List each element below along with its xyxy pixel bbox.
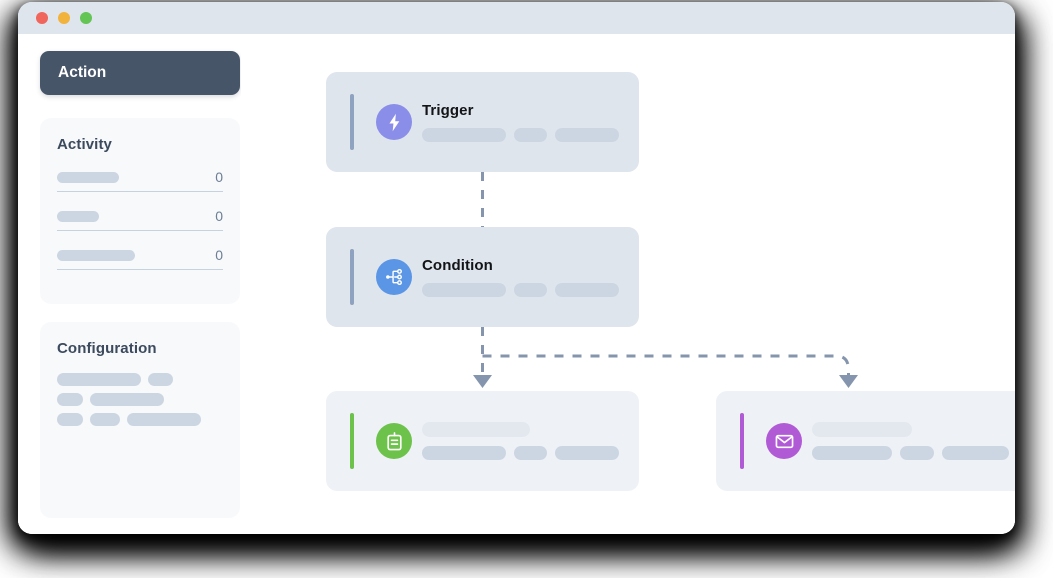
node-accent-bar xyxy=(740,413,744,469)
node-accent-bar xyxy=(350,249,354,305)
node-detail-placeholder-pill xyxy=(942,446,1009,460)
window-body: Action Activity 0 0 0 Configuration Trigge… xyxy=(18,34,1015,534)
lightning-bolt-icon xyxy=(376,104,412,140)
node-accent-bar xyxy=(350,94,354,150)
node-content: Trigger xyxy=(422,102,619,142)
arrowhead-email xyxy=(839,375,858,388)
node-title-placeholder xyxy=(812,422,912,437)
workflow-canvas[interactable]: Trigger Condition xyxy=(241,34,1015,534)
configuration-card: Configuration xyxy=(40,322,240,518)
action-button-label: Action xyxy=(58,64,107,81)
configuration-placeholder-pill xyxy=(57,393,83,406)
email-node[interactable] xyxy=(716,391,1015,491)
clipboard-icon xyxy=(376,423,412,459)
edge-condition-to-email xyxy=(482,354,850,375)
node-detail-placeholder-row xyxy=(422,446,619,460)
branch-split-icon xyxy=(376,259,412,295)
activity-row: 0 xyxy=(57,169,223,192)
arrowhead-task xyxy=(473,375,492,388)
activity-count-value: 0 xyxy=(215,208,223,224)
activity-card: Activity 0 0 0 xyxy=(40,118,240,304)
node-detail-placeholder-row xyxy=(422,283,619,297)
configuration-placeholder-pill xyxy=(57,373,141,386)
condition-node[interactable]: Condition xyxy=(326,227,639,327)
node-content xyxy=(812,422,1009,460)
node-detail-placeholder-row xyxy=(812,446,1009,460)
node-detail-placeholder-pill xyxy=(422,446,507,460)
node-detail-placeholder-pill xyxy=(555,446,619,460)
application-window: Action Activity 0 0 0 Configuration Trigge… xyxy=(18,2,1015,534)
activity-count-value: 0 xyxy=(215,169,223,185)
node-detail-placeholder-pill xyxy=(422,283,507,297)
configuration-placeholder-row xyxy=(57,413,223,426)
node-title: Trigger xyxy=(422,102,474,119)
configuration-card-title: Configuration xyxy=(57,340,157,357)
close-window-button[interactable] xyxy=(36,12,48,24)
node-detail-placeholder-pill xyxy=(422,128,507,142)
configuration-placeholder-pill xyxy=(127,413,201,426)
activity-row: 0 xyxy=(57,208,223,231)
node-title: Condition xyxy=(422,257,493,274)
sidebar: Action Activity 0 0 0 Configuration xyxy=(18,34,241,534)
envelope-icon xyxy=(766,423,802,459)
maximize-window-button[interactable] xyxy=(80,12,92,24)
node-detail-placeholder-pill xyxy=(812,446,893,460)
node-detail-placeholder-pill xyxy=(514,283,547,297)
node-accent-bar xyxy=(350,413,354,469)
activity-label-placeholder xyxy=(57,171,119,183)
activity-row: 0 xyxy=(57,247,223,270)
activity-label-placeholder xyxy=(57,210,99,222)
node-content: Condition xyxy=(422,257,619,297)
configuration-placeholder-pill xyxy=(148,373,173,386)
node-title-placeholder xyxy=(422,422,530,437)
activity-count-value: 0 xyxy=(215,247,223,263)
configuration-placeholder-row xyxy=(57,373,223,386)
configuration-placeholder-row xyxy=(57,393,223,406)
node-content xyxy=(422,422,619,460)
activity-label-placeholder xyxy=(57,249,135,261)
configuration-placeholder-pill xyxy=(90,393,164,406)
configuration-placeholder-pill xyxy=(57,413,83,426)
configuration-placeholder-pill xyxy=(90,413,120,426)
node-detail-placeholder-pill xyxy=(555,283,619,297)
node-detail-placeholder-row xyxy=(422,128,619,142)
action-button[interactable]: Action xyxy=(40,51,240,95)
minimize-window-button[interactable] xyxy=(58,12,70,24)
trigger-node[interactable]: Trigger xyxy=(326,72,639,172)
window-titlebar xyxy=(18,2,1015,34)
activity-card-title: Activity xyxy=(57,136,112,153)
configuration-placeholder-list xyxy=(57,373,223,426)
activity-row-list: 0 0 0 xyxy=(57,169,223,270)
task-node[interactable] xyxy=(326,391,639,491)
node-detail-placeholder-pill xyxy=(555,128,619,142)
node-detail-placeholder-pill xyxy=(514,128,547,142)
node-detail-placeholder-pill xyxy=(900,446,935,460)
node-detail-placeholder-pill xyxy=(514,446,547,460)
